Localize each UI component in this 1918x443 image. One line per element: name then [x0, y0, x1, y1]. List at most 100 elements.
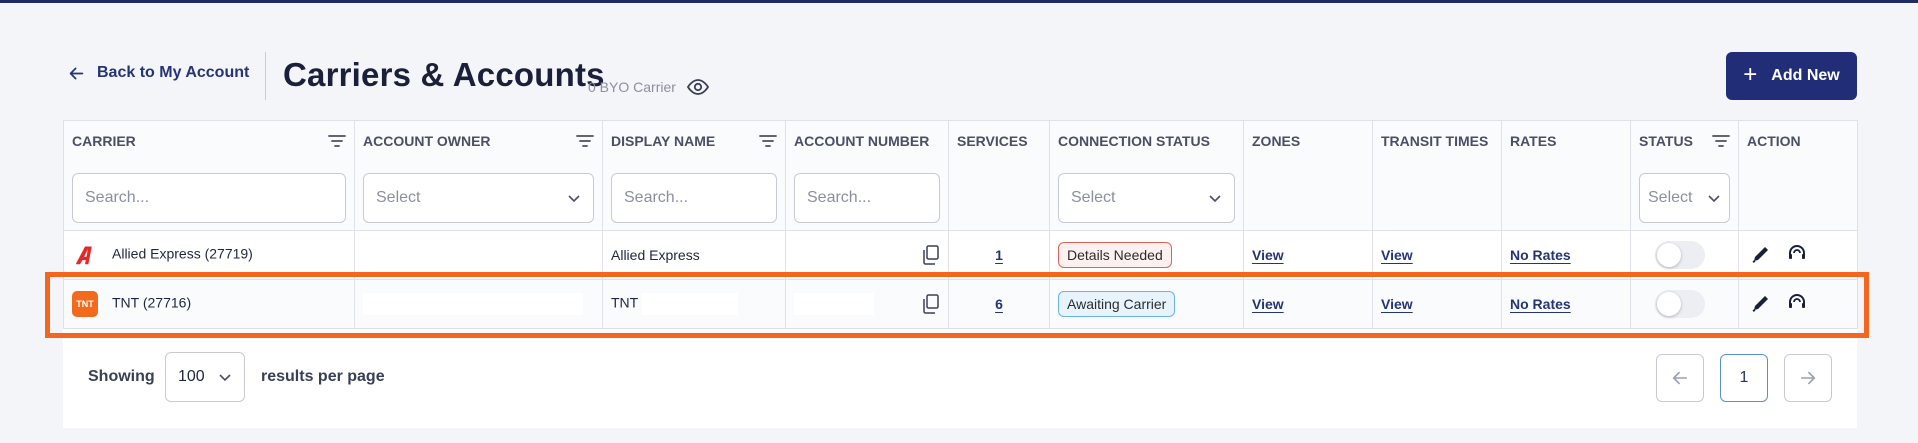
- page-title: Carriers & Accounts: [283, 56, 605, 93]
- filter-placeholder: Select: [1648, 189, 1693, 206]
- transit-times-view-link[interactable]: View: [1381, 296, 1413, 312]
- zones-view-link[interactable]: View: [1252, 247, 1284, 263]
- connection-status-select[interactable]: Select: [1058, 173, 1235, 223]
- transit-times-cell: View: [1372, 279, 1502, 329]
- chevron-down-icon: [568, 195, 580, 203]
- status-cell: [1630, 230, 1739, 280]
- column-rates: RATES: [1501, 120, 1631, 231]
- column-label: TRANSIT TIMES: [1381, 133, 1489, 149]
- support-agent-icon[interactable]: [1787, 293, 1807, 313]
- services-link[interactable]: 6: [995, 296, 1003, 312]
- display-name-search-input[interactable]: Search...: [611, 173, 777, 223]
- column-transit-times: TRANSIT TIMES: [1372, 120, 1502, 231]
- column-label: ZONES: [1252, 133, 1301, 149]
- results-per-page-label: results per page: [261, 368, 385, 385]
- support-agent-icon[interactable]: [1787, 244, 1807, 264]
- services-cell: 1: [948, 230, 1050, 280]
- table-row: TNT TNT (27716) TNT 6 Awaiting Carrier Vi…: [63, 279, 1858, 329]
- status-cell: [1630, 279, 1739, 329]
- toggle-knob: [1657, 243, 1681, 267]
- back-to-account-link[interactable]: Back to My Account: [68, 64, 249, 82]
- page-number-button[interactable]: 1: [1720, 354, 1768, 402]
- top-accent-bar: [0, 0, 1918, 3]
- add-new-button[interactable]: + Add New: [1726, 52, 1857, 100]
- sort-icon[interactable]: [576, 134, 594, 148]
- filter-placeholder: Search...: [624, 189, 689, 206]
- column-status: STATUS Select: [1630, 120, 1739, 231]
- filter-placeholder: Search...: [85, 189, 150, 206]
- sort-icon[interactable]: [759, 134, 777, 148]
- toggle-knob: [1657, 292, 1681, 316]
- column-label: DISPLAY NAME: [611, 133, 716, 149]
- zones-cell: View: [1243, 279, 1373, 329]
- eye-icon[interactable]: [686, 75, 710, 99]
- copy-icon[interactable]: [922, 294, 940, 314]
- column-account-owner: ACCOUNT OWNER Select: [354, 120, 603, 231]
- rates-cell: No Rates: [1501, 230, 1631, 280]
- prev-page-button[interactable]: [1656, 354, 1704, 402]
- table-row: Allied Express (27719) Allied Express 1 …: [63, 230, 1858, 280]
- column-action: ACTION: [1738, 120, 1858, 231]
- column-label: ACCOUNT NUMBER: [794, 133, 930, 149]
- column-display-name: DISPLAY NAME Search...: [602, 120, 786, 231]
- filter-placeholder: Select: [376, 189, 421, 206]
- carrier-search-input[interactable]: Search...: [72, 173, 346, 223]
- header-row: CARRIER Search... ACCOUNT OWNER Select D…: [63, 120, 1858, 231]
- transit-times-cell: View: [1372, 230, 1502, 280]
- pencil-icon[interactable]: [1751, 244, 1771, 264]
- chevron-down-icon: [1708, 195, 1720, 203]
- status-badge: Details Needed: [1058, 242, 1172, 268]
- filter-placeholder: Select: [1071, 189, 1116, 206]
- byo-carrier-count: 0 BYO Carrier: [588, 75, 710, 99]
- action-cell: [1738, 230, 1858, 280]
- column-label: STATUS: [1639, 133, 1693, 149]
- zones-view-link[interactable]: View: [1252, 296, 1284, 312]
- carrier-cell: Allied Express (27719): [63, 230, 355, 280]
- pencil-icon[interactable]: [1751, 293, 1771, 313]
- column-account-number: ACCOUNT NUMBER Search...: [785, 120, 949, 231]
- column-carrier: CARRIER Search...: [63, 120, 355, 231]
- transit-times-view-link[interactable]: View: [1381, 247, 1413, 263]
- per-page-select[interactable]: 100: [165, 352, 245, 402]
- redacted-account-number: [794, 293, 874, 315]
- column-label: CARRIER: [72, 133, 136, 149]
- rates-link[interactable]: No Rates: [1510, 296, 1571, 312]
- zones-cell: View: [1243, 230, 1373, 280]
- arrow-right-icon: [1800, 371, 1816, 385]
- status-toggle[interactable]: [1655, 290, 1705, 318]
- services-link[interactable]: 1: [995, 247, 1003, 263]
- carriers-table: CARRIER Search... ACCOUNT OWNER Select D…: [63, 120, 1858, 329]
- copy-icon[interactable]: [922, 245, 940, 265]
- sort-icon[interactable]: [1712, 134, 1730, 148]
- account-number-search-input[interactable]: Search...: [794, 173, 940, 223]
- sort-icon[interactable]: [328, 134, 346, 148]
- header-divider: [265, 52, 266, 100]
- account-owner-cell: [354, 230, 603, 280]
- status-select[interactable]: Select: [1639, 173, 1730, 223]
- arrow-left-icon: [1672, 371, 1688, 385]
- column-label: RATES: [1510, 133, 1557, 149]
- status-toggle[interactable]: [1655, 241, 1705, 269]
- column-connection-status: CONNECTION STATUS Select: [1049, 120, 1244, 231]
- display-name-cell: Allied Express: [602, 230, 786, 280]
- back-link-label: Back to My Account: [97, 64, 250, 81]
- account-owner-select[interactable]: Select: [363, 173, 594, 223]
- rates-link[interactable]: No Rates: [1510, 247, 1571, 263]
- add-new-label: Add New: [1771, 67, 1840, 84]
- display-name-value: Allied Express: [611, 247, 700, 263]
- redacted-account-owner: [363, 293, 583, 315]
- allied-express-logo: [72, 242, 98, 268]
- account-number-cell: [785, 279, 949, 329]
- carrier-name: TNT (27716): [112, 294, 192, 311]
- column-label: ACCOUNT OWNER: [363, 133, 491, 149]
- next-page-button[interactable]: [1784, 354, 1832, 402]
- chevron-down-icon: [1209, 195, 1221, 203]
- display-name-value: TNT: [611, 294, 639, 311]
- plus-icon: +: [1743, 60, 1758, 88]
- per-page-value: 100: [178, 368, 205, 385]
- action-cell: [1738, 279, 1858, 329]
- connection-status-cell: Details Needed: [1049, 230, 1244, 280]
- redacted-display-name: [642, 293, 739, 315]
- filter-placeholder: Search...: [807, 189, 872, 206]
- account-number-cell: [785, 230, 949, 280]
